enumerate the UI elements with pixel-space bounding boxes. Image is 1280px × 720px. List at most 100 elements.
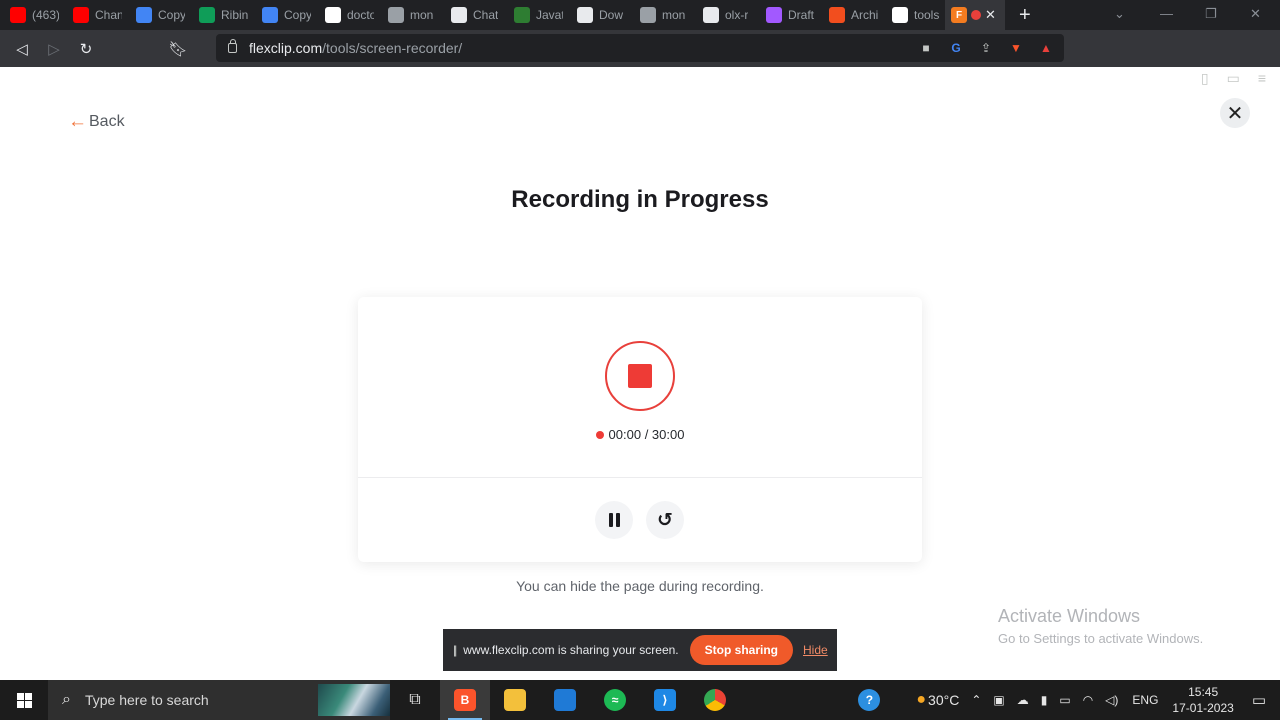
browser-tab[interactable]: Chat [441,0,504,30]
battery-icon[interactable]: ▭ [1059,693,1070,707]
sidebar-icon[interactable]: ▯ [1201,70,1209,87]
notifications-icon[interactable]: ▭ [1252,691,1266,709]
stop-icon [628,364,652,388]
google-icon[interactable]: G [946,38,966,58]
wallet-icon[interactable]: ▭ [1227,70,1240,87]
brave-icon: B [454,689,476,711]
lock-icon [228,39,237,53]
menu-icon[interactable]: ≡ [1258,70,1266,87]
clock[interactable]: 15:45 17-01-2023 [1172,684,1233,716]
windows-taskbar: ⌕ Type here to search ⧉ B ≈ ⟩ ? ● 30°C ⌃… [0,680,1280,720]
browser-tab[interactable]: olx-r [693,0,756,30]
tab-search-icon[interactable]: ⌄ [1114,6,1125,22]
minimize-icon[interactable]: — [1160,6,1173,21]
bookmark-icon[interactable]: 🔖︎ [162,40,194,58]
share-icon[interactable]: ⇪ [976,38,996,58]
forward-nav-icon[interactable]: ▷ [38,40,70,58]
chevron-up-icon[interactable]: ⌃ [971,693,981,707]
brave-rewards-icon[interactable]: ▲ [1036,38,1056,58]
restore-icon[interactable]: ❐ [1205,6,1217,22]
vscode-icon: ⟩ [654,689,676,711]
pause-button[interactable] [595,501,633,539]
browser-tab[interactable]: mon [630,0,693,30]
browser-tab-strip: (463) Chan Copy Ribin Copy docto mon Chat Javat D… [0,0,1280,30]
flexclip-icon: F [951,7,967,23]
search-highlight-art [318,684,390,716]
brave-shield-icon[interactable]: ▼ [1006,38,1026,58]
usb-icon[interactable]: ▮ [1041,693,1048,707]
taskbar-vscode[interactable]: ⟩ [640,680,690,720]
taskbar-search[interactable]: ⌕ Type here to search [48,680,390,720]
wifi-icon[interactable]: ◠ [1083,693,1093,707]
tab-label: olx-r [725,8,749,22]
task-view-button[interactable]: ⧉ [390,680,440,720]
close-button[interactable]: ✕ [1220,98,1250,128]
system-tray: ? ● 30°C ⌃ ▣ ☁ ▮ ▭ ◠ ◁) ENG 15:45 17-01-… [852,680,1280,720]
figma-icon [766,7,782,23]
windows-logo-icon [16,692,32,708]
tab-label: Copy [284,8,311,22]
close-icon[interactable]: ✕ [985,7,996,23]
new-tab-button[interactable]: + [1019,5,1031,25]
meet-icon[interactable]: ▣ [993,693,1004,707]
weather-temp[interactable]: 30°C [928,692,959,708]
hint-text: You can hide the page during recording. [516,578,764,594]
tab-label: docto [347,8,374,22]
openai-icon [451,7,467,23]
docs-icon [136,7,152,23]
divider [358,477,922,478]
sheets-icon [199,7,215,23]
browser-tab[interactable]: docto [315,0,378,30]
restart-button[interactable]: ↺ [646,501,684,539]
browser-tab[interactable]: Copy [252,0,315,30]
browser-tab[interactable]: Archi [819,0,882,30]
browser-toolbar: ◁ ▷ ↻ 🔖︎ flexclip.com/tools/screen-recor… [0,30,1280,86]
taskbar-store[interactable] [540,680,590,720]
tab-label: Dow [599,8,624,22]
browser-tab[interactable]: Chan [63,0,126,30]
taskbar-file-explorer[interactable] [490,680,540,720]
search-placeholder: Type here to search [84,692,209,708]
spotify-icon: ≈ [604,689,626,711]
recording-dot-icon [595,430,604,439]
help-icon[interactable]: ? [858,689,881,711]
camera-icon[interactable]: ■ [916,38,936,58]
url-host: flexclip.com [249,40,323,56]
tab-label: mon [662,8,686,22]
recording-timer: 00:00 / 30:00 [358,427,922,442]
back-link[interactable]: ← Back [68,112,125,131]
tab-active-flexclip[interactable]: F ✕ [945,0,1005,30]
taskbar-brave[interactable]: B [440,680,490,720]
language-indicator[interactable]: ENG [1132,693,1158,707]
restart-icon: ↺ [657,509,673,531]
tab-label: Copy [158,8,185,22]
back-nav-icon[interactable]: ◁ [6,40,38,58]
stop-sharing-button[interactable]: Stop sharing [689,635,793,665]
chrome-icon [704,689,726,711]
address-bar[interactable]: flexclip.com/tools/screen-recorder/ ■ G … [216,34,1064,62]
window-close-icon[interactable]: ✕ [1250,6,1261,22]
docs-icon [262,7,278,23]
stop-recording-button[interactable] [605,341,675,411]
cloud-icon[interactable]: ☁ [1017,693,1029,707]
activate-windows-watermark: Activate Windows Go to Settings to activ… [998,606,1203,646]
hide-link[interactable]: Hide [803,643,828,657]
reload-icon[interactable]: ↻ [70,40,102,58]
start-button[interactable] [0,680,48,720]
recording-indicator-icon [971,10,981,20]
browser-tab[interactable]: mon [378,0,441,30]
taskbar-chrome[interactable] [690,680,740,720]
browser-tab[interactable]: Ribin [189,0,252,30]
browser-tab[interactable]: Javat [504,0,567,30]
close-icon: ✕ [1226,102,1244,125]
google-icon [892,7,908,23]
browser-tab[interactable]: Dow [567,0,630,30]
taskbar-spotify[interactable]: ≈ [590,680,640,720]
browser-tab[interactable]: tools [882,0,945,30]
drag-handle-icon[interactable]: || [453,643,457,657]
volume-icon[interactable]: ◁) [1105,693,1118,707]
browser-tab[interactable]: Draft [756,0,819,30]
tab-label: Javat [536,8,563,22]
browser-tab[interactable]: (463) [0,0,63,30]
browser-tab[interactable]: Copy [126,0,189,30]
